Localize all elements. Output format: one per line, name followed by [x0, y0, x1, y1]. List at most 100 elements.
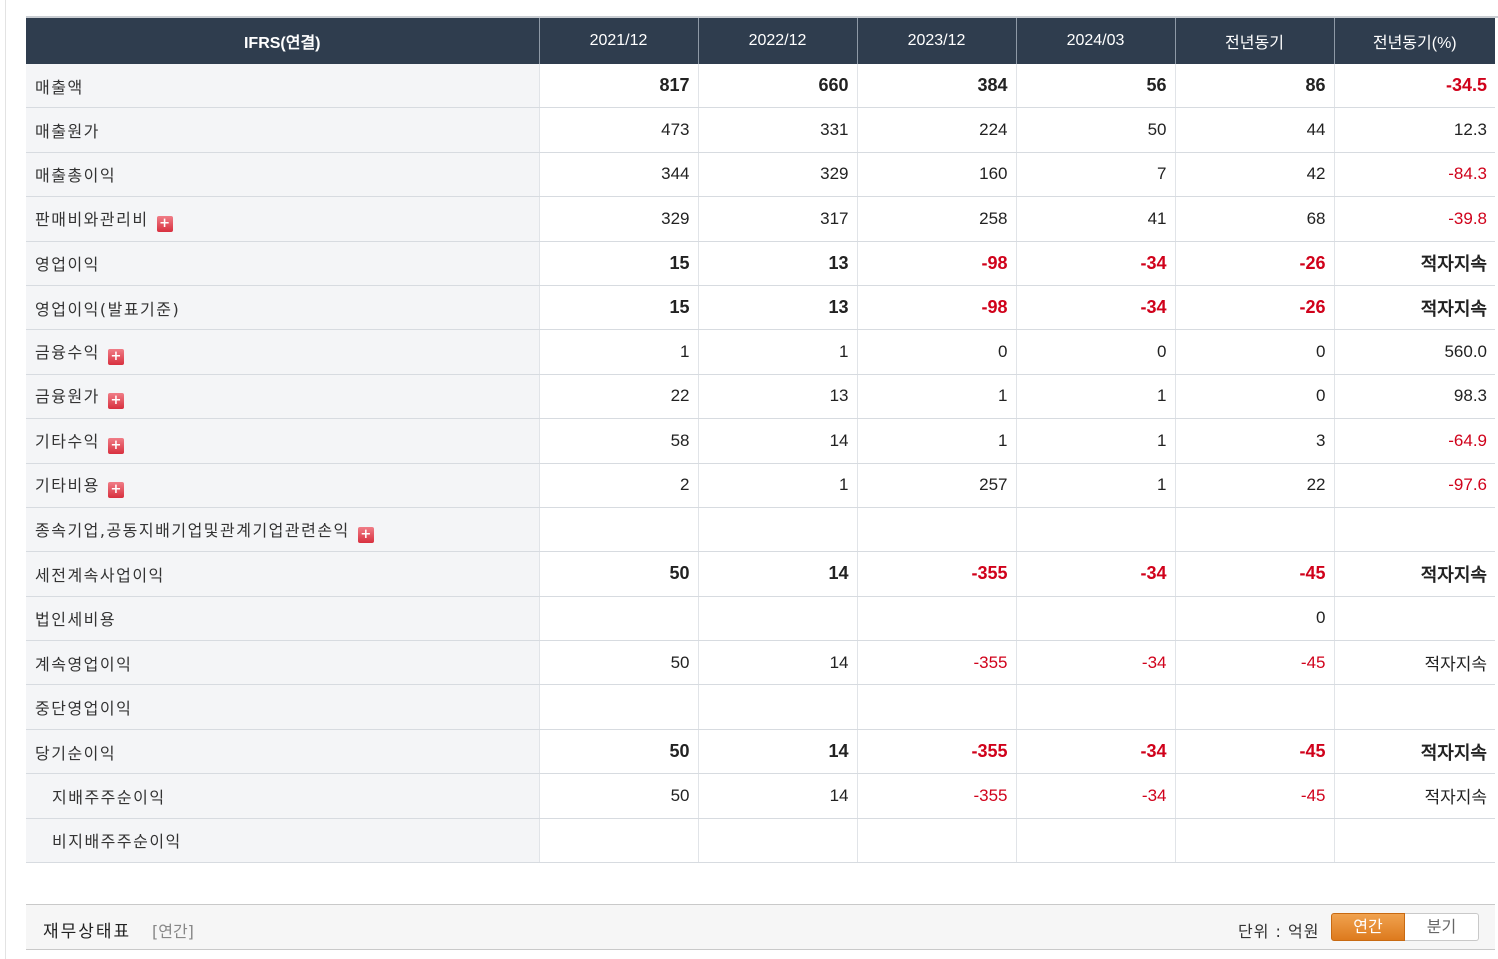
value-cell: 41 [1015, 196, 1175, 242]
value-cell: -98 [856, 241, 1016, 286]
value-cell: 384 [856, 64, 1016, 109]
value-cell: -34 [1015, 285, 1175, 331]
row-label-cell: 판매비와관리비 + [26, 196, 539, 242]
value-cell [1174, 507, 1334, 553]
value-cell: 56 [1015, 64, 1175, 109]
header-col-prev-year-pct: 전년동기(%) [1333, 18, 1495, 64]
tab-quarterly[interactable]: 분기 [1405, 913, 1479, 941]
value-cell: 817 [538, 64, 698, 109]
value-cell [1015, 507, 1175, 553]
table-row: 계속영업이익 50 14 -355 -34 -45 적자지속 [26, 640, 1495, 686]
row-label: 판매비와관리비 [35, 209, 149, 229]
plus-box-icon[interactable]: + [107, 393, 124, 410]
table-row: 매출원가 473 331 224 50 44 12.3 [26, 107, 1495, 153]
value-cell: 적자지속 [1333, 241, 1495, 286]
value-cell: 14 [697, 551, 857, 597]
row-label: 기타비용 [35, 476, 100, 496]
value-cell: 0 [1015, 329, 1175, 375]
value-cell: 0 [1174, 596, 1334, 642]
value-cell [856, 818, 1016, 864]
value-cell: -45 [1174, 551, 1334, 597]
value-cell: -39.8 [1333, 196, 1495, 242]
table-row: 기타비용 +2 1 257 1 22 -97.6 [26, 463, 1495, 508]
value-cell: 1 [538, 329, 698, 375]
row-label-cell: 법인세비용 [26, 596, 539, 642]
plus-box-icon[interactable]: + [107, 437, 124, 454]
table-row: 세전계속사업이익 50 14 -355 -34 -45 적자지속 [26, 551, 1495, 597]
table-row: 금융원가 +22 13 1 1 0 98.3 [26, 374, 1495, 420]
value-cell [856, 507, 1016, 553]
value-cell [1015, 684, 1175, 730]
value-cell: 160 [856, 152, 1016, 198]
value-cell: 22 [538, 374, 698, 420]
balance-sheet-bar: 재무상태표 [연간] 단위 : 억원 연간 분기 [26, 904, 1495, 950]
value-cell: -355 [856, 551, 1016, 597]
plus-box-icon[interactable]: + [357, 526, 374, 543]
value-cell: -98 [856, 285, 1016, 331]
value-cell: 적자지속 [1333, 729, 1495, 775]
row-label: 비지배주주순이익 [52, 832, 182, 852]
value-cell [856, 684, 1016, 730]
value-cell: 98.3 [1333, 374, 1495, 420]
row-label: 영업이익 [35, 255, 100, 275]
period-toggle: 연간 분기 [1331, 913, 1479, 941]
value-cell: -97.6 [1333, 463, 1495, 508]
value-cell: -26 [1174, 241, 1334, 286]
table-row: 매출총이익 344 329 160 7 42 -84.3 [26, 152, 1495, 198]
value-cell: 3 [1174, 418, 1334, 464]
tab-annual[interactable]: 연간 [1331, 913, 1405, 941]
row-label: 계속영업이익 [35, 654, 133, 674]
table-row: 매출액 817 660 384 56 86 -34.5 [26, 64, 1495, 109]
row-label-cell: 비지배주주순이익 [26, 818, 539, 864]
table-row: 영업이익(발표기준) 15 13 -98 -34 -26 적자지속 [26, 285, 1495, 331]
table-row: 법인세비용 0 [26, 596, 1495, 642]
value-cell: 13 [697, 374, 857, 420]
value-cell [1333, 818, 1495, 864]
value-cell: 2 [538, 463, 698, 508]
value-cell [1333, 684, 1495, 730]
value-cell: -355 [856, 640, 1016, 686]
row-label-cell: 기타수익 + [26, 418, 539, 464]
value-cell [697, 684, 857, 730]
value-cell [1174, 818, 1334, 864]
value-cell: 1 [1015, 463, 1175, 508]
plus-box-icon[interactable]: + [156, 215, 173, 232]
row-label-cell: 당기순이익 [26, 729, 539, 775]
value-cell [538, 818, 698, 864]
plus-box-icon[interactable]: + [107, 349, 124, 366]
value-cell: 적자지속 [1333, 285, 1495, 331]
value-cell: 14 [697, 418, 857, 464]
value-cell [856, 596, 1016, 642]
value-cell: 224 [856, 107, 1016, 153]
value-cell [538, 684, 698, 730]
value-cell [538, 596, 698, 642]
table-row: 당기순이익 50 14 -355 -34 -45 적자지속 [26, 729, 1495, 775]
row-label: 기타수익 [35, 431, 100, 451]
value-cell: 0 [1174, 374, 1334, 420]
table-row: 비지배주주순이익 [26, 818, 1495, 864]
value-cell: -34 [1015, 241, 1175, 286]
header-col-2024-03: 2024/03 [1015, 18, 1175, 64]
row-label: 중단영업이익 [35, 699, 133, 719]
header-col-2021-12: 2021/12 [538, 18, 698, 64]
value-cell: 317 [697, 196, 857, 242]
value-cell: 1 [1015, 418, 1175, 464]
value-cell: -34 [1015, 551, 1175, 597]
value-cell: 15 [538, 285, 698, 331]
value-cell: 329 [697, 152, 857, 198]
value-cell: 44 [1174, 107, 1334, 153]
table-row: 지배주주순이익 50 14 -355 -34 -45 적자지속 [26, 773, 1495, 819]
value-cell: 1 [697, 463, 857, 508]
plus-box-icon[interactable]: + [107, 482, 124, 499]
row-label-cell: 금융원가 + [26, 374, 539, 420]
value-cell [697, 596, 857, 642]
value-cell: 50 [538, 640, 698, 686]
value-cell: 329 [538, 196, 698, 242]
section-title: 재무상태표 [43, 922, 132, 942]
value-cell: 1 [856, 374, 1016, 420]
value-cell: -355 [856, 729, 1016, 775]
section-period: [연간] [152, 922, 194, 941]
value-cell: 1 [856, 418, 1016, 464]
page-left-border [5, 0, 6, 959]
row-label-cell: 영업이익 [26, 241, 539, 286]
